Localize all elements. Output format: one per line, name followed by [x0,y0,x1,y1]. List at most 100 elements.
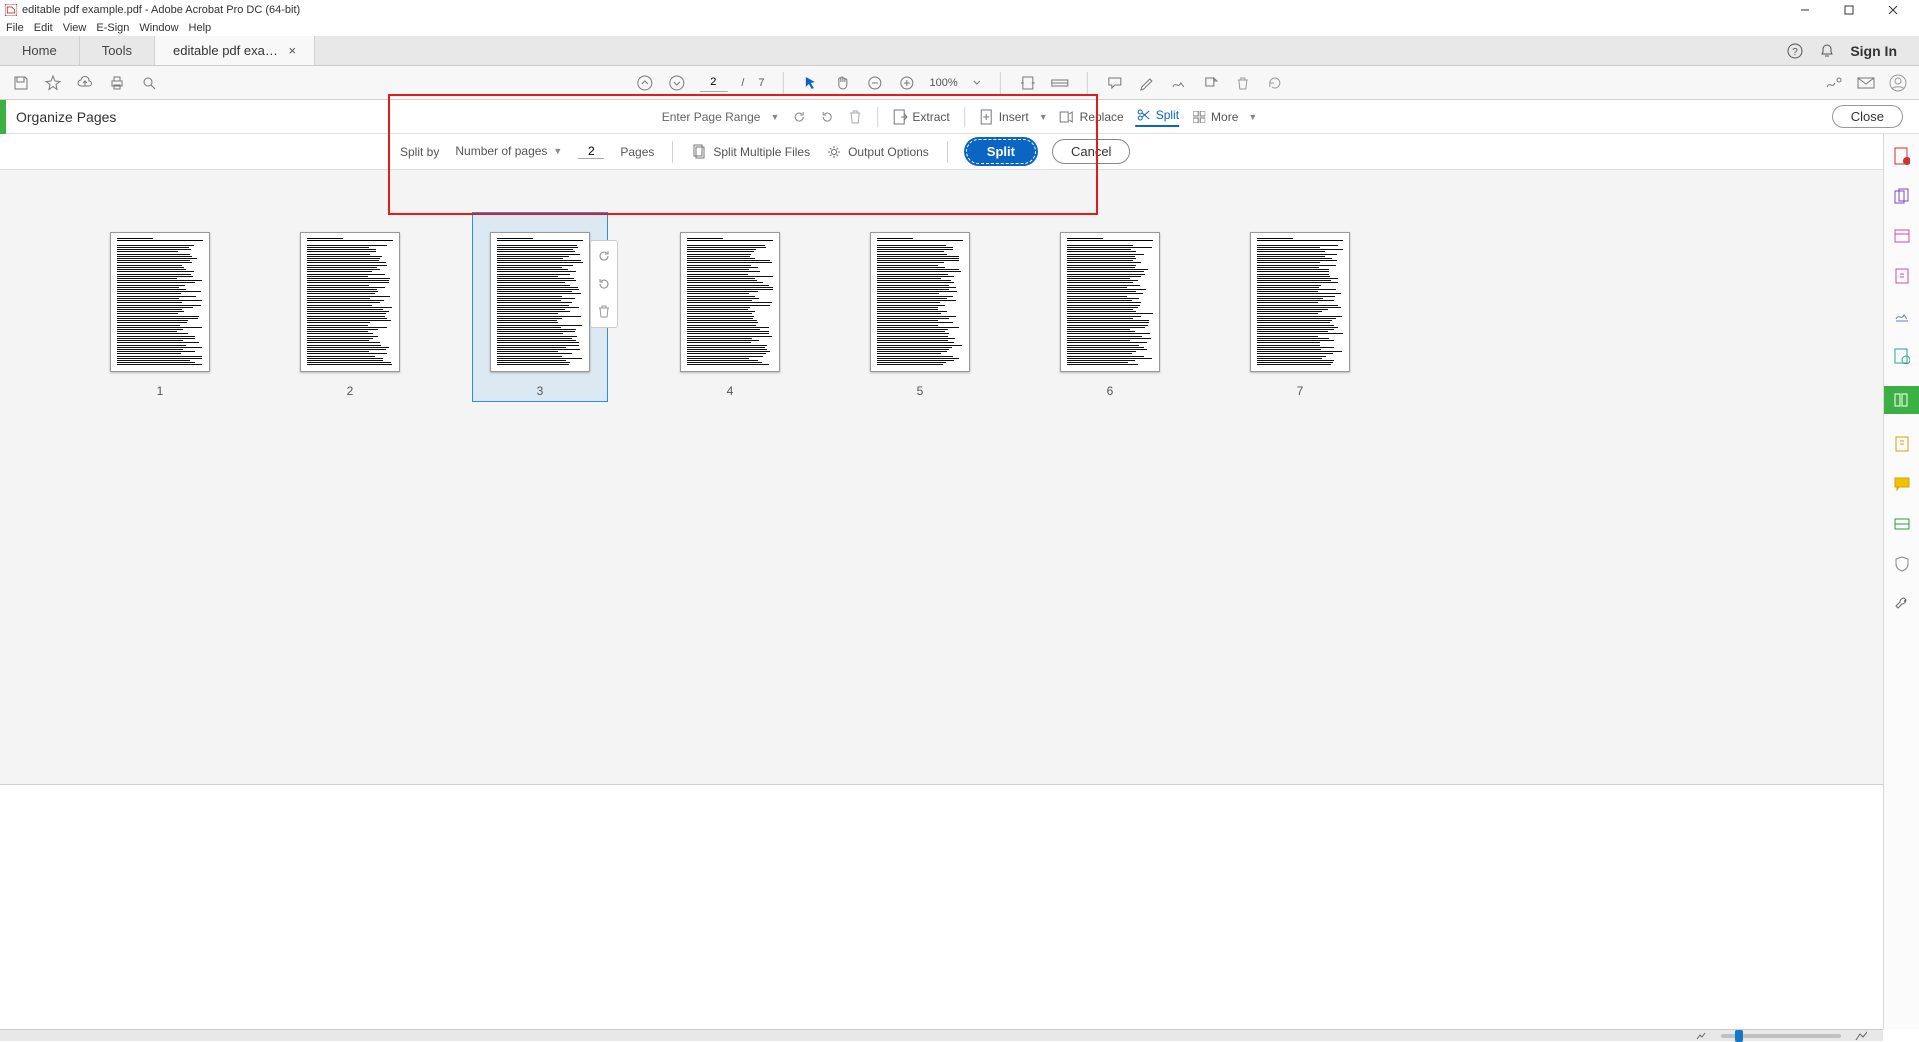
create-pdf-icon[interactable] [1892,146,1912,166]
page-thumbnail[interactable]: 1 [110,232,210,398]
rotate-cw-icon[interactable] [819,109,835,125]
organize-title: Organize Pages [16,109,116,125]
page-thumbnail[interactable]: 3 [472,212,608,402]
tab-home[interactable]: Home [0,36,80,65]
rotate-ccw-icon[interactable] [791,109,807,125]
close-window-button[interactable] [1871,0,1915,20]
insert-label: Insert [999,110,1029,124]
split-count-input[interactable] [578,144,604,159]
scissors-icon [1136,107,1152,123]
rotate-icon[interactable] [1266,74,1284,92]
maximize-button[interactable] [1827,0,1871,20]
thumbnails-area[interactable]: 12 3 4 5 6 7 [0,170,1919,785]
page-up-icon[interactable] [635,74,653,92]
split-mode-dropdown[interactable]: Number of pages ▼ [455,144,562,160]
rotate-cw-icon[interactable] [595,275,613,293]
delete-icon[interactable] [1234,74,1252,92]
thumbnails-row: 12 3 4 5 6 7 [0,170,1919,398]
thumbnail-number: 3 [537,384,544,398]
zoom-level[interactable]: 100% [930,77,958,89]
menu-file[interactable]: File [6,22,24,34]
chevron-down-icon[interactable] [972,74,982,92]
tab-tools[interactable]: Tools [80,36,155,65]
trash-icon[interactable] [847,109,863,125]
page-total: 7 [758,77,764,89]
window-title: editable pdf example.pdf - Adobe Acrobat… [22,4,300,16]
menu-esign[interactable]: E-Sign [96,22,129,34]
comment-tool-icon[interactable] [1892,474,1912,494]
attach-icon[interactable] [1825,74,1843,92]
thumbnail-number: 6 [1107,384,1114,398]
minimize-button[interactable] [1783,0,1827,20]
star-icon[interactable] [44,74,62,92]
zoom-out-icon[interactable] [866,74,884,92]
enter-page-range-dropdown[interactable]: Enter Page Range ▼ [662,110,780,124]
menu-view[interactable]: View [63,22,87,34]
page-down-icon[interactable] [667,74,685,92]
extract-button[interactable]: Extract [892,109,949,125]
tab-file-close-icon[interactable]: × [288,43,296,58]
cloud-upload-icon[interactable] [76,74,94,92]
cancel-button[interactable]: Cancel [1052,139,1130,164]
pointer-icon[interactable] [802,74,820,92]
page-thumbnail[interactable]: 6 [1060,232,1160,398]
fit-width-icon[interactable] [1019,74,1037,92]
page-thumbnail[interactable]: 7 [1250,232,1350,398]
menu-help[interactable]: Help [189,22,212,34]
sign-in-button[interactable]: Sign In [1850,43,1897,59]
toolbar-separator [783,72,784,94]
replace-label: Replace [1080,110,1124,124]
split-multiple-button[interactable]: Split Multiple Files [691,144,810,160]
trash-icon[interactable] [595,303,613,321]
more-tools-icon[interactable] [1892,594,1912,614]
split-confirm-button[interactable]: Split [966,139,1036,164]
large-thumb-icon[interactable] [1855,1030,1867,1042]
page-thumbnail[interactable]: 5 [870,232,970,398]
search-icon[interactable] [140,74,158,92]
edit-pdf-icon[interactable] [1892,226,1912,246]
organize-pages-icon[interactable] [1884,386,1919,414]
page-thumbnail[interactable]: 2 [300,232,400,398]
thumbnail-image [110,232,210,372]
slider-handle[interactable] [1735,1030,1743,1042]
sign-icon[interactable] [1170,74,1188,92]
extract-label: Extract [912,110,949,124]
menu-window[interactable]: Window [139,22,178,34]
protect-icon[interactable] [1892,554,1912,574]
rotate-ccw-icon[interactable] [595,247,613,265]
stamp-icon[interactable] [1202,74,1220,92]
split-button[interactable]: Split [1136,107,1179,127]
small-thumb-icon[interactable] [1695,1030,1707,1042]
help-icon[interactable]: ? [1786,42,1804,60]
fit-page-icon[interactable] [1051,74,1069,92]
comment-icon[interactable] [1106,74,1124,92]
print-icon[interactable] [108,74,126,92]
insert-button[interactable]: Insert ▼ [979,109,1048,125]
compress-pdf-icon[interactable] [1892,434,1912,454]
highlight-icon[interactable] [1138,74,1156,92]
thumbnail-number: 5 [917,384,924,398]
thumbnail-zoom-slider[interactable] [1721,1034,1841,1038]
close-panel-button[interactable]: Close [1832,105,1903,128]
email-icon[interactable] [1857,74,1875,92]
combine-files-icon[interactable] [1892,186,1912,206]
save-icon[interactable] [12,74,30,92]
grid-icon [1191,109,1207,125]
zoom-in-icon[interactable] [898,74,916,92]
bell-icon[interactable] [1818,42,1836,60]
hand-icon[interactable] [834,74,852,92]
split-label: Split [1156,108,1179,122]
output-options-button[interactable]: Output Options [826,144,929,160]
fill-sign-icon[interactable] [1892,306,1912,326]
page-thumbnail[interactable]: 4 [680,232,780,398]
export-pdf-icon[interactable] [1892,266,1912,286]
scan-ocr-icon[interactable] [1892,514,1912,534]
tab-file[interactable]: editable pdf exampl... × [155,36,315,65]
replace-button[interactable]: Replace [1060,109,1124,125]
insert-icon [979,109,995,125]
account-icon[interactable] [1889,74,1907,92]
more-button[interactable]: More ▼ [1191,109,1257,125]
request-signatures-icon[interactable] [1892,346,1912,366]
page-number-input[interactable] [699,74,727,92]
menu-edit[interactable]: Edit [34,22,53,34]
